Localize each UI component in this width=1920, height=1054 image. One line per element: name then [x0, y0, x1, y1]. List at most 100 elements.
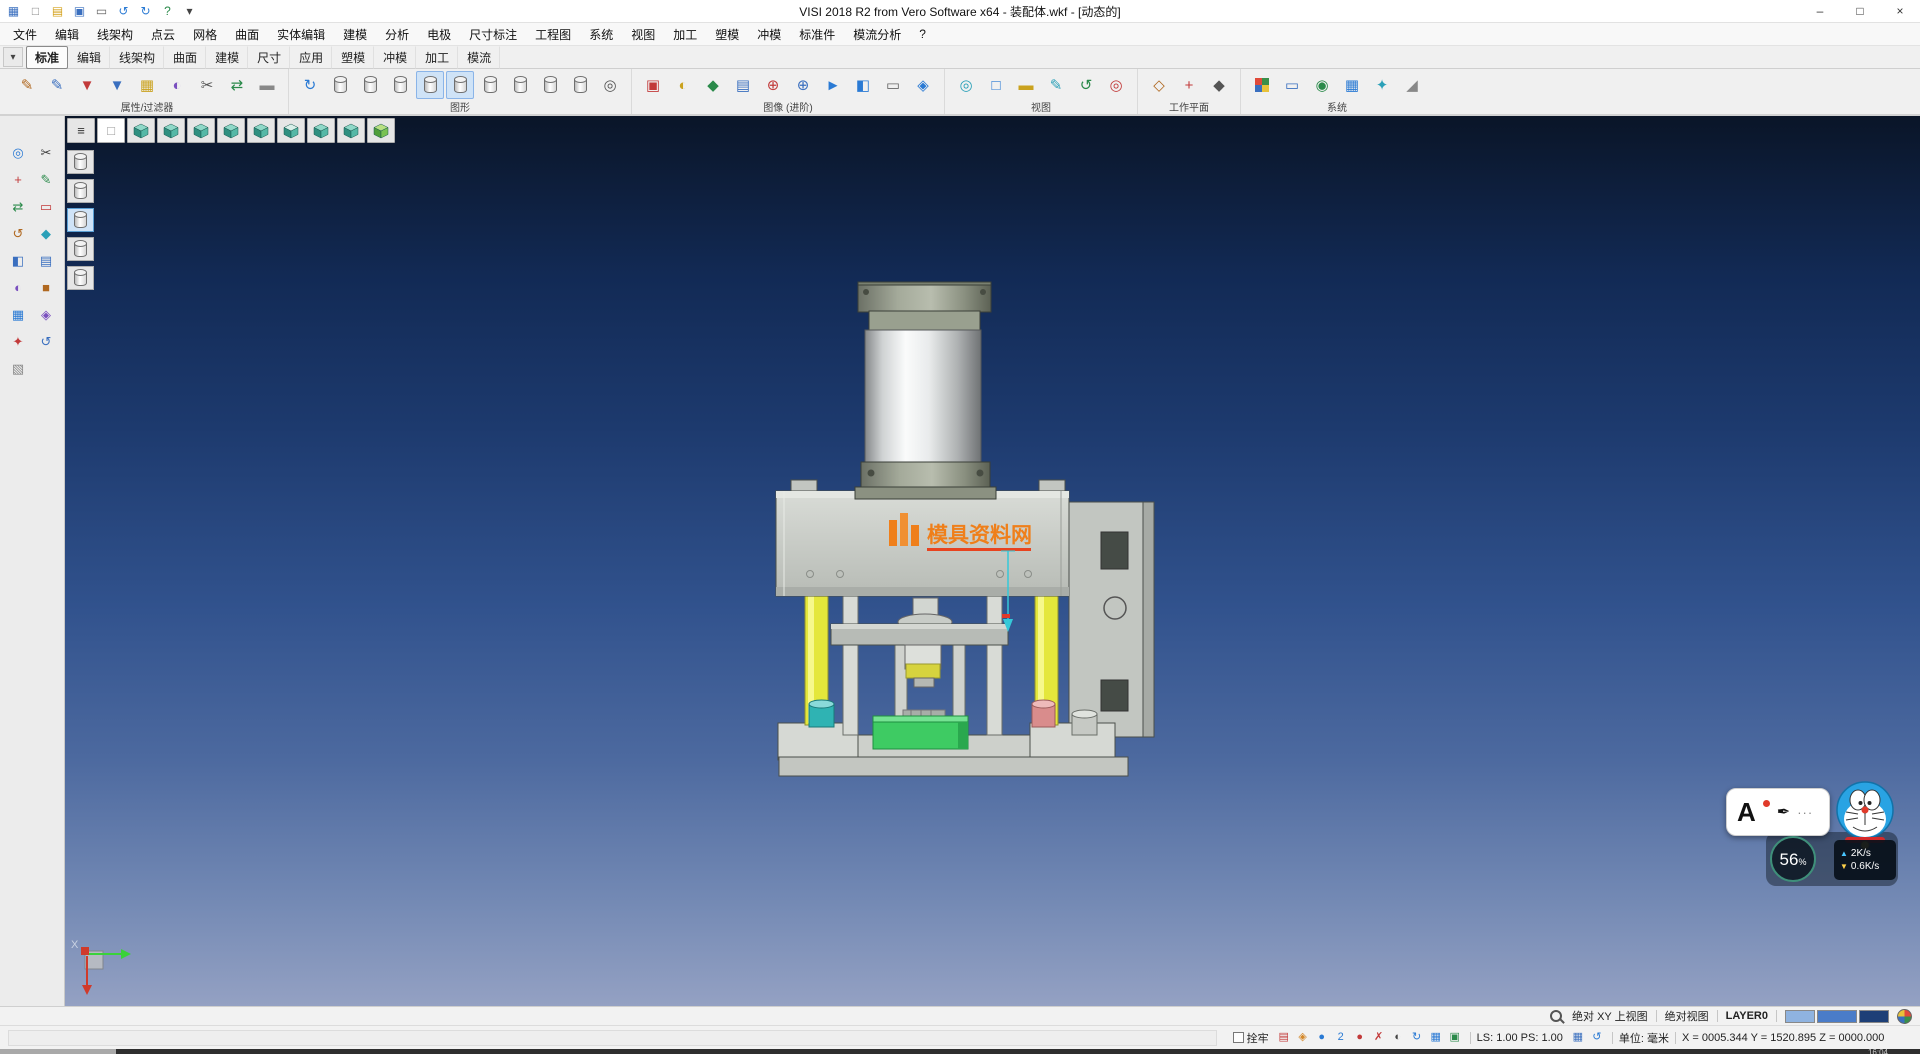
layer-palette-icon[interactable]: ▦	[133, 71, 161, 99]
flag-icon[interactable]: ▤	[1275, 1030, 1293, 1046]
view-iso-cube[interactable]	[127, 118, 155, 143]
version-2-icon[interactable]: 2	[1332, 1030, 1350, 1046]
undo-icon[interactable]: ↺	[114, 3, 133, 20]
tag-icon[interactable]: ◈	[34, 302, 58, 326]
maximize-button[interactable]: □	[1840, 0, 1880, 22]
erase-icon[interactable]: ▭	[34, 194, 58, 218]
menu-item-13[interactable]: 视图	[622, 23, 664, 45]
wireframe-mode-icon[interactable]	[326, 71, 354, 99]
lock-toggle[interactable]: 拴牢	[1233, 1030, 1269, 1046]
search-icon[interactable]	[1550, 1010, 1562, 1022]
play-render-icon[interactable]: ►	[819, 71, 847, 99]
tab-4[interactable]: 建模	[206, 46, 248, 69]
view-right-cube[interactable]	[277, 118, 305, 143]
workplane-create-icon[interactable]: ◇	[1145, 71, 1173, 99]
magnet-blue-icon[interactable]: ⊕	[789, 71, 817, 99]
tab-1[interactable]: 编辑	[68, 46, 110, 69]
lights-icon[interactable]: ◐	[669, 71, 697, 99]
snap-settings-icon[interactable]: ✦	[1368, 71, 1396, 99]
transparent-mode-icon[interactable]	[446, 71, 474, 99]
new-doc-icon[interactable]: □	[26, 3, 45, 20]
menu-item-10[interactable]: 尺寸标注	[460, 23, 526, 45]
snapshot-icon[interactable]: ▭	[879, 71, 907, 99]
tab-9[interactable]: 加工	[416, 46, 458, 69]
array-icon[interactable]: ▦	[6, 302, 30, 326]
view-mode-pie-icon[interactable]	[1897, 1009, 1912, 1024]
materials-icon[interactable]: ◆	[699, 71, 727, 99]
cad-plane-icon[interactable]: ◢	[1398, 71, 1426, 99]
tab-5[interactable]: 尺寸	[248, 46, 290, 69]
shaded-mode-icon[interactable]	[386, 71, 414, 99]
workplane-3d-icon[interactable]: ◆	[1205, 71, 1233, 99]
tab-8[interactable]: 冲模	[374, 46, 416, 69]
menu-item-3[interactable]: 点云	[142, 23, 184, 45]
shadow-icon[interactable]: ◧	[849, 71, 877, 99]
display-settings-icon[interactable]: ◎	[596, 71, 624, 99]
view-reset-button[interactable]: □	[97, 118, 125, 143]
shaded-edges-mode-icon[interactable]	[416, 71, 444, 99]
redo-icon[interactable]: ↻	[136, 3, 155, 20]
hidden-line-mode-icon[interactable]	[356, 71, 384, 99]
absolute-view-label[interactable]: 绝对视图	[1665, 1008, 1709, 1024]
workplane-align-icon[interactable]: +	[1175, 71, 1203, 99]
paint-icon[interactable]: ◆	[34, 221, 58, 245]
menu-item-5[interactable]: 曲面	[226, 23, 268, 45]
move-icon[interactable]: ⇄	[6, 194, 30, 218]
side-panel[interactable]	[1069, 502, 1154, 737]
filter-wireframe-button[interactable]	[67, 208, 94, 232]
menu-item-8[interactable]: 分析	[376, 23, 418, 45]
view-bottom-cube[interactable]	[307, 118, 335, 143]
edit-attributes-icon[interactable]: ✎	[13, 71, 41, 99]
filter-surfaces-button[interactable]	[67, 179, 94, 203]
magnet-red-icon[interactable]: ⊕	[759, 71, 787, 99]
filter-solids-button[interactable]	[67, 150, 94, 174]
zoom-all-icon[interactable]: ◎	[952, 71, 980, 99]
menu-item-16[interactable]: 冲模	[748, 23, 790, 45]
menu-item-18[interactable]: 模流分析	[844, 23, 910, 45]
view-menu-button[interactable]: ≡	[67, 118, 95, 143]
view-top-cube[interactable]	[157, 118, 185, 143]
reload-icon[interactable]: ↺	[1588, 1030, 1606, 1046]
user-icon[interactable]: ●	[1313, 1030, 1331, 1046]
menu-item-4[interactable]: 网格	[184, 23, 226, 45]
materials-mode-icon[interactable]	[536, 71, 564, 99]
render-settings-icon[interactable]: ▣	[639, 71, 667, 99]
view-back-cube[interactable]	[217, 118, 245, 143]
delete-icon[interactable]: ✗	[1370, 1030, 1388, 1046]
color-filter-icon[interactable]: ◐	[163, 71, 191, 99]
match-properties-icon[interactable]: ⇄	[223, 71, 251, 99]
tab-overflow-button[interactable]: ▾	[3, 47, 23, 67]
menu-item-11[interactable]: 工程图	[526, 23, 580, 45]
viewport-canvas[interactable]: ≡□	[65, 116, 1920, 1006]
pencil-icon[interactable]: ✎	[34, 167, 58, 191]
3d-model[interactable]: 模具资料网 X	[65, 116, 1920, 1006]
compare-icon[interactable]: ◈	[909, 71, 937, 99]
filter-red-icon[interactable]: ▼	[73, 71, 101, 99]
menu-item-7[interactable]: 建模	[334, 23, 376, 45]
axis-icon[interactable]: +	[6, 167, 30, 191]
menu-item-6[interactable]: 实体编辑	[268, 23, 334, 45]
view-iso-rear-cube[interactable]	[337, 118, 365, 143]
background-icon[interactable]: ▤	[729, 71, 757, 99]
contrast-icon[interactable]: ◐	[1389, 1030, 1407, 1046]
scale-icon[interactable]: ◧	[6, 248, 30, 272]
color-swatch-1[interactable]	[1817, 1010, 1857, 1023]
workpiece-block[interactable]	[873, 710, 968, 749]
menu-item-17[interactable]: 标准件	[790, 23, 844, 45]
annotation-popup[interactable]: A ✒ ···	[1726, 788, 1830, 836]
menu-item-2[interactable]: 线架构	[88, 23, 142, 45]
filter-blue-icon[interactable]: ▼	[103, 71, 131, 99]
grid-toggle-icon[interactable]: ▦	[1427, 1030, 1445, 1046]
close-button[interactable]: ×	[1880, 0, 1920, 22]
menu-item-0[interactable]: 文件	[4, 23, 46, 45]
color-swatch-2[interactable]	[1859, 1010, 1889, 1023]
redraw-icon[interactable]: ↻	[296, 71, 324, 99]
explode-icon[interactable]: ✦	[6, 329, 30, 353]
scale-indicator[interactable]: LS: 1.00 PS: 1.00	[1477, 1032, 1563, 1044]
ghost-icon[interactable]: ▧	[6, 356, 30, 380]
tab-0[interactable]: 标准	[26, 46, 68, 69]
taskbar-app-segment[interactable]	[0, 1049, 116, 1054]
perspective-mode-icon[interactable]	[506, 71, 534, 99]
menu-item-9[interactable]: 电极	[418, 23, 460, 45]
menu-item-1[interactable]: 编辑	[46, 23, 88, 45]
